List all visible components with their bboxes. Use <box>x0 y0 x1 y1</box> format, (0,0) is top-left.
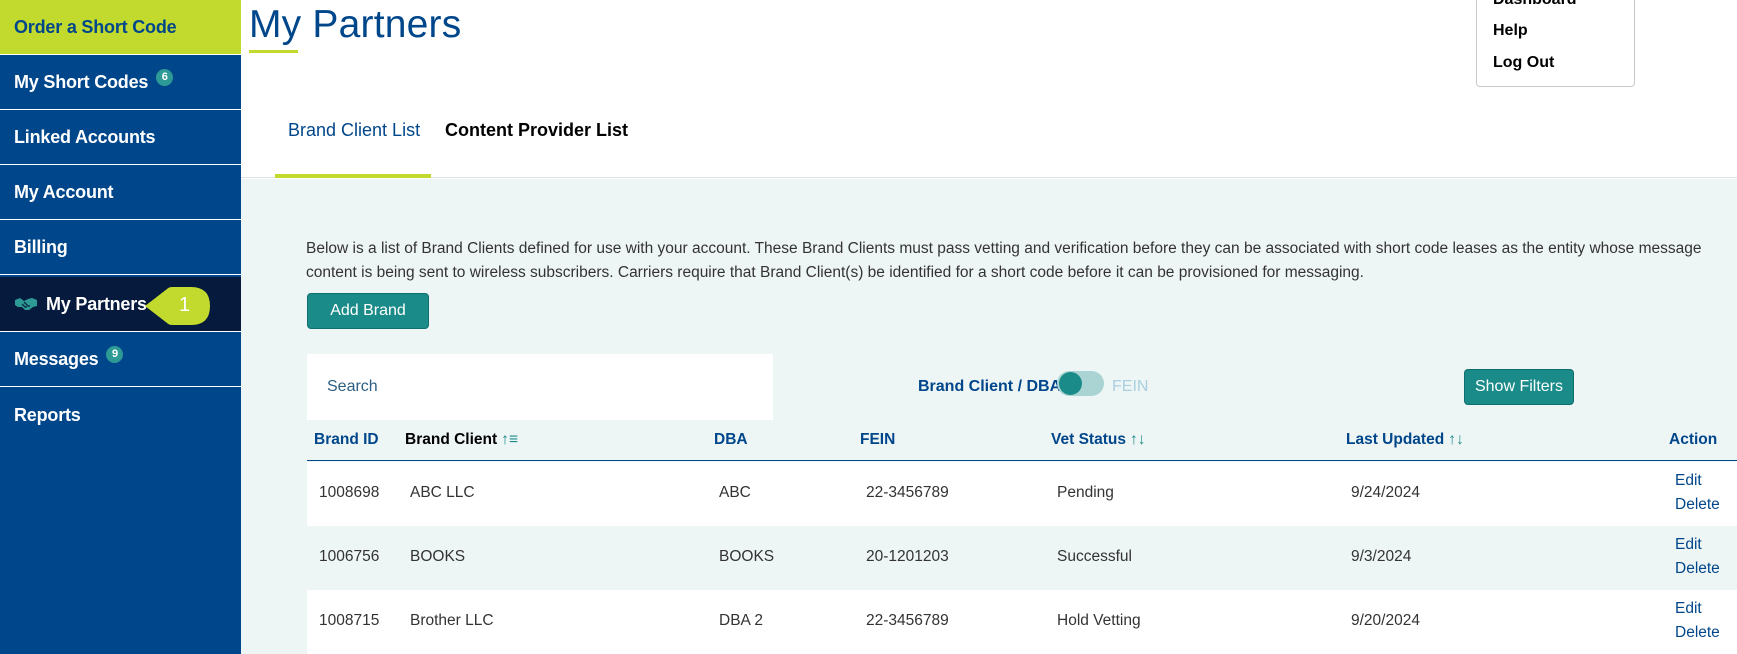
cell-last-updated: 9/24/2024 <box>1351 484 1420 501</box>
column-header-dba[interactable]: DBA <box>714 431 748 449</box>
sort-ascending-icon: ↑≡ <box>501 431 518 448</box>
menu-item-help[interactable]: Help <box>1493 22 1528 40</box>
column-header-brand-id[interactable]: Brand ID <box>314 431 379 449</box>
column-header-vet-status[interactable]: Vet Status ↑↓ <box>1051 431 1145 449</box>
cell-last-updated: 9/20/2024 <box>1351 612 1420 629</box>
sidebar-item-label: My Short Codes <box>14 72 149 92</box>
show-filters-button[interactable]: Show Filters <box>1464 369 1574 405</box>
edit-link[interactable]: Edit <box>1675 536 1702 554</box>
toggle-knob <box>1059 372 1082 395</box>
sidebar-item-reports[interactable]: Reports <box>0 388 241 442</box>
sidebar-item-order-short-code[interactable]: Order a Short Code <box>0 0 241 55</box>
cell-fein: 20-1201203 <box>866 548 949 565</box>
title-underline <box>249 50 298 53</box>
cell-brand-id: 1008698 <box>319 484 380 501</box>
sidebar: Order a Short Code My Short Codes 6 Link… <box>0 0 241 654</box>
table-row: 1008698 ABC LLC ABC 22-3456789 Pending 9… <box>307 462 1737 526</box>
sidebar-item-linked-accounts[interactable]: Linked Accounts <box>0 111 241 165</box>
tab-content-provider-list[interactable]: Content Provider List <box>445 120 628 141</box>
table-row: 1008715 Brother LLC DBA 2 22-3456789 Hol… <box>307 590 1737 654</box>
cell-dba: BOOKS <box>719 548 775 565</box>
sort-icon: ↑↓ <box>1129 431 1146 448</box>
sidebar-item-messages[interactable]: Messages 9 <box>0 333 241 387</box>
column-header-fein[interactable]: FEIN <box>860 431 895 449</box>
cell-brand-id: 1006756 <box>319 548 380 565</box>
search-placeholder: Search <box>327 378 378 395</box>
menu-item-dashboard[interactable]: Dashboard <box>1493 0 1577 9</box>
cell-vet-status: Hold Vetting <box>1057 612 1141 629</box>
cell-dba: DBA 2 <box>719 612 763 629</box>
tab-brand-client-list[interactable]: Brand Client List <box>288 120 420 141</box>
column-header-last-updated[interactable]: Last Updated ↑↓ <box>1346 431 1464 449</box>
sort-icon: ↑↓ <box>1448 431 1464 448</box>
sidebar-item-billing[interactable]: Billing <box>0 221 241 275</box>
edit-link[interactable]: Edit <box>1675 600 1702 618</box>
tab-bar: Brand Client List Content Provider List <box>241 100 1737 178</box>
sidebar-item-label: Order a Short Code <box>14 16 177 37</box>
cell-fein: 22-3456789 <box>866 484 949 501</box>
sidebar-item-label: My Account <box>14 182 114 202</box>
edit-link[interactable]: Edit <box>1675 472 1702 490</box>
search-mode-toggle[interactable] <box>1057 371 1104 396</box>
sidebar-item-my-short-codes[interactable]: My Short Codes 6 <box>0 56 241 110</box>
handshake-icon <box>15 298 37 310</box>
cell-vet-status: Pending <box>1057 484 1114 501</box>
sidebar-item-label: Linked Accounts <box>14 127 156 147</box>
callout-label-1: 1 <box>179 294 191 316</box>
cell-brand-client: BOOKS <box>410 548 466 565</box>
cell-fein: 22-3456789 <box>866 612 949 629</box>
search-input[interactable]: Search <box>307 354 773 420</box>
menu-item-log-out[interactable]: Log Out <box>1493 54 1554 72</box>
intro-text: Below is a list of Brand Clients defined… <box>306 240 1702 281</box>
delete-link[interactable]: Delete <box>1675 560 1720 578</box>
active-tab-indicator <box>275 174 431 178</box>
toggle-label-fein: FEIN <box>1112 378 1149 395</box>
sidebar-item-label: Reports <box>14 404 81 425</box>
cell-brand-id: 1008715 <box>319 612 380 629</box>
page-title: My Partners <box>249 3 462 46</box>
sidebar-item-label: My Partners <box>46 293 147 314</box>
delete-link[interactable]: Delete <box>1675 624 1720 642</box>
cell-brand-client: Brother LLC <box>410 612 494 629</box>
column-header-brand-client[interactable]: Brand Client ↑≡ <box>405 431 518 449</box>
cell-vet-status: Successful <box>1057 548 1132 565</box>
count-badge: 6 <box>156 69 174 86</box>
add-brand-button[interactable]: Add Brand <box>307 293 429 329</box>
cell-brand-client: ABC LLC <box>410 484 475 501</box>
table-row: 1006756 BOOKS BOOKS 20-1201203 Successfu… <box>307 526 1737 590</box>
user-menu: Dashboard Help Log Out <box>1476 0 1635 87</box>
sidebar-item-my-account[interactable]: My Account <box>0 166 241 220</box>
sidebar-item-label: Messages <box>14 349 99 369</box>
callout-marker-1 <box>145 287 210 325</box>
cell-dba: ABC <box>719 484 751 501</box>
cell-last-updated: 9/3/2024 <box>1351 548 1412 565</box>
count-badge: 9 <box>106 346 124 363</box>
column-header-action: Action <box>1669 431 1718 448</box>
table-header: Brand ID Brand Client ↑≡ DBA FEIN Vet Sta… <box>307 420 1737 461</box>
delete-link[interactable]: Delete <box>1675 496 1720 514</box>
toggle-label-brand-client-dba: Brand Client / DBA <box>918 378 1062 395</box>
sidebar-item-label: Billing <box>14 237 68 257</box>
